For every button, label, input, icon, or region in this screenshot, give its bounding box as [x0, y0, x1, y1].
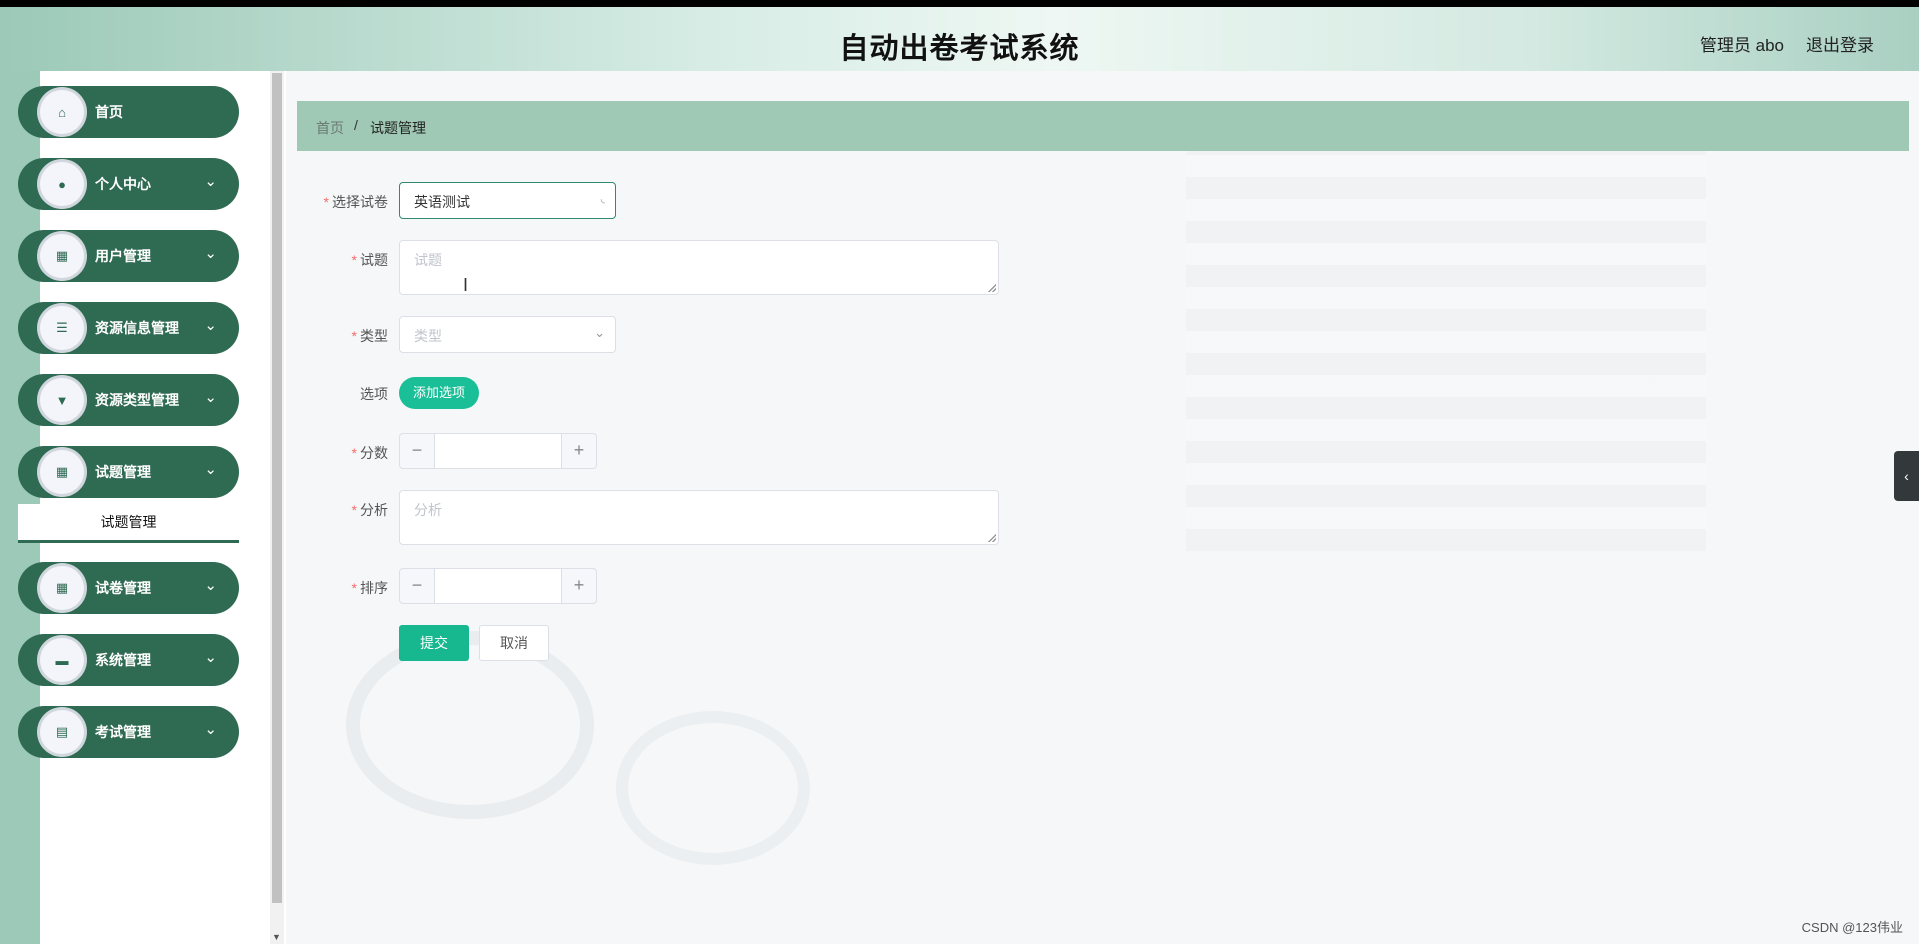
submenu-question-management[interactable]: 试题管理	[18, 504, 239, 543]
paper-select-value: 英语测试	[414, 194, 470, 210]
app-header: 自动出卷考试系统 管理员 abo 退出登录	[0, 7, 1919, 71]
collapse-panel-tab[interactable]: ‹	[1894, 451, 1919, 501]
sidebar-item-personal-center[interactable]: ● 个人中心 ⌄	[18, 158, 239, 210]
question-label: * 试题	[351, 252, 388, 268]
briefcase-icon: ▬	[40, 638, 84, 682]
sidebar-item-exam-management[interactable]: ▤ 考试管理 ⌄	[18, 706, 239, 758]
grid-icon: ▦	[40, 450, 84, 494]
sidebar-item-label: 用户管理	[95, 248, 151, 264]
type-placeholder: 类型	[414, 328, 442, 344]
sidebar-item-system-management[interactable]: ▬ 系统管理 ⌄	[18, 634, 239, 686]
breadcrumb-current: 试题管理	[370, 120, 426, 136]
chevron-down-icon: ⌄	[594, 325, 605, 340]
options-label: 选项	[360, 386, 388, 402]
sidebar-item-label: 首页	[95, 104, 123, 120]
sidebar-item-label: 个人中心	[95, 176, 151, 192]
question-placeholder: 试题	[414, 252, 442, 268]
sidebar-item-label: 系统管理	[95, 652, 151, 668]
resize-handle-icon[interactable]	[988, 284, 996, 292]
chevron-down-icon: ⌄	[204, 173, 217, 190]
question-textarea[interactable]: 试题	[399, 240, 999, 295]
order-input[interactable]	[435, 568, 561, 604]
analysis-label: * 分析	[351, 502, 388, 518]
sidebar-item-resource-info[interactable]: ☰ 资源信息管理 ⌄	[18, 302, 239, 354]
score-decrement-button[interactable]: −	[399, 433, 435, 469]
submit-button[interactable]: 提交	[399, 625, 469, 661]
current-user: 管理员 abo	[1699, 36, 1784, 55]
top-strip	[0, 0, 1919, 7]
user-icon: ●	[40, 162, 84, 206]
paper-label: * 选择试卷	[323, 194, 388, 210]
scrollbar-thumb[interactable]	[272, 73, 282, 903]
grid-icon: ▦	[40, 234, 84, 278]
sidebar-scrollbar[interactable]: ▼	[270, 71, 284, 944]
resize-handle-icon[interactable]	[988, 534, 996, 542]
breadcrumb: 首页 / 试题管理	[297, 101, 1909, 151]
sidebar-item-question-management[interactable]: ▦ 试题管理 ⌄	[18, 446, 239, 498]
sidebar-item-home[interactable]: ⌂ 首页	[18, 86, 239, 138]
background-ring	[616, 711, 810, 865]
text-cursor-icon: I	[463, 275, 469, 295]
type-select[interactable]: 类型 ⌄	[399, 316, 616, 353]
chevron-down-icon: ⌄	[204, 461, 217, 478]
order-increment-button[interactable]: +	[561, 568, 597, 604]
chevron-down-icon: ⌄	[204, 721, 217, 738]
list-icon: ☰	[40, 306, 84, 350]
chevron-down-icon: ⌄	[204, 389, 217, 406]
scroll-down-arrow-icon[interactable]: ▼	[272, 932, 281, 942]
chevron-down-icon: ⌄	[204, 577, 217, 594]
pin-icon: ▼	[40, 378, 84, 422]
background-pattern	[1186, 131, 1706, 551]
breadcrumb-separator: /	[354, 117, 358, 133]
order-decrement-button[interactable]: −	[399, 568, 435, 604]
sidebar-item-resource-type[interactable]: ▼ 资源类型管理 ⌄	[18, 374, 239, 426]
chevron-down-icon: ⌄	[204, 245, 217, 262]
paper-select[interactable]: 英语测试 ◟	[399, 182, 616, 219]
sidebar-item-label: 试卷管理	[95, 580, 151, 596]
analysis-placeholder: 分析	[414, 502, 442, 518]
order-stepper: − +	[399, 568, 599, 604]
grid-icon: ▦	[40, 566, 84, 610]
score-increment-button[interactable]: +	[561, 433, 597, 469]
logout-link[interactable]: 退出登录	[1806, 31, 1874, 56]
score-input[interactable]	[435, 433, 561, 469]
sidebar-item-user-management[interactable]: ▦ 用户管理 ⌄	[18, 230, 239, 282]
sidebar-item-label: 资源类型管理	[95, 392, 179, 408]
chevron-down-icon: ⌄	[204, 649, 217, 666]
watermark: CSDN @123伟业	[1801, 920, 1903, 935]
type-label: * 类型	[351, 328, 388, 344]
loading-icon: ◟	[600, 193, 605, 205]
analysis-textarea[interactable]: 分析	[399, 490, 999, 545]
chevron-down-icon: ⌄	[204, 317, 217, 334]
sidebar-item-label: 资源信息管理	[95, 320, 179, 336]
sidebar-item-paper-management[interactable]: ▦ 试卷管理 ⌄	[18, 562, 239, 614]
score-label: * 分数	[351, 445, 388, 461]
home-icon: ⌂	[40, 90, 84, 134]
clipboard-icon: ▤	[40, 710, 84, 754]
add-option-button[interactable]: 添加选项	[399, 377, 479, 409]
order-label: * 排序	[351, 580, 388, 596]
sidebar-item-label: 试题管理	[95, 464, 151, 480]
sidebar-item-label: 考试管理	[95, 724, 151, 740]
score-stepper: − +	[399, 433, 599, 469]
app-title: 自动出卷考试系统	[839, 33, 1080, 65]
cancel-button[interactable]: 取消	[479, 625, 549, 661]
background-ring	[346, 631, 594, 819]
breadcrumb-home[interactable]: 首页	[316, 118, 344, 138]
